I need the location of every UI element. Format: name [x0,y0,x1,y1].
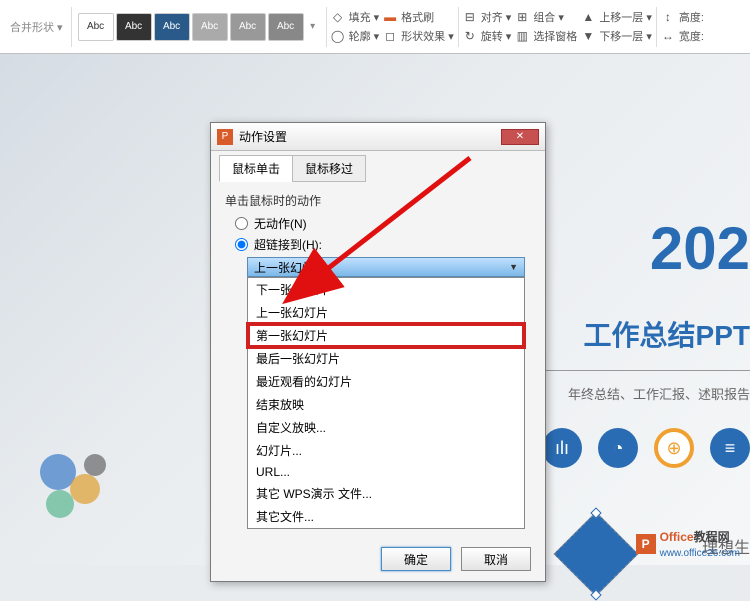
dropdown-option[interactable]: 幻灯片... [248,439,524,462]
bring-forward-btn[interactable]: ▲上移一层 ▾ [579,8,654,26]
width-label: ↔宽度: [659,27,706,45]
style-3[interactable]: Abc [154,13,190,41]
radio-hyperlink-input[interactable] [235,238,248,251]
section-label: 单击鼠标时的动作 [225,192,531,209]
slide-subtitle: 工作总结PPT [584,314,750,354]
fill-icon: ◇ [331,10,345,24]
dropdown-option[interactable]: 其它 WPS演示 文件... [248,482,524,505]
cancel-button[interactable]: 取消 [461,547,531,571]
rotate-btn[interactable]: ↻旋转 ▾ [461,27,514,45]
radio-hyperlink[interactable]: 超链接到(H): [235,236,531,253]
radio-none[interactable]: 无动作(N) [235,215,531,232]
dropdown-option[interactable]: 上一张幻灯片 [248,301,524,324]
group-btn[interactable]: ⊞组合 ▾ [513,8,579,26]
divider [71,7,72,47]
chart-icon: ılı [542,428,582,468]
effect-icon: ◻ [383,29,397,43]
chevron-down-icon: ▼ [509,262,518,272]
style-4[interactable]: Abc [192,13,228,41]
brush-icon: ▬ [383,10,397,24]
divider [326,7,327,47]
height-label: ↕高度: [659,8,706,26]
forward-icon: ▲ [581,10,595,24]
format-painter-btn[interactable]: ▬格式刷 [381,8,456,26]
shape-styles-gallery[interactable]: Abc Abc Abc Abc Abc Abc ▾ [74,2,324,51]
tab-mouse-over[interactable]: 鼠标移过 [292,155,366,182]
app-icon: P [217,129,233,145]
hyperlink-dropdown[interactable]: 上一张幻灯片 ▼ [247,257,525,277]
width-icon: ↔ [661,29,675,43]
dropdown-option[interactable]: URL... [248,462,524,482]
send-backward-btn[interactable]: ▼下移一层 ▾ [579,27,654,45]
tab-mouse-click[interactable]: 鼠标单击 [219,155,293,182]
style-2[interactable]: Abc [116,13,152,41]
style-6[interactable]: Abc [268,13,304,41]
radio-none-input[interactable] [235,217,248,230]
pane-icon: ▥ [515,29,529,43]
shape-effect-btn[interactable]: ◻形状效果 ▾ [381,27,456,45]
dropdown-option[interactable]: 结束放映 [248,393,524,416]
dialog-titlebar[interactable]: P 动作设置 ✕ [211,123,545,151]
ok-button[interactable]: 确定 [381,547,451,571]
dropdown-option[interactable]: 最后一张幻灯片 [248,347,524,370]
dropdown-option[interactable]: 自定义放映... [248,416,524,439]
backward-icon: ▼ [581,29,595,43]
note-icon: ≡ [710,428,750,468]
close-button[interactable]: ✕ [501,129,539,145]
pie-icon: ◔ [598,428,638,468]
dropdown-option[interactable]: 其它文件... [248,505,524,528]
style-5[interactable]: Abc [230,13,266,41]
slide-divider [530,370,750,371]
slide-description: 年终总结、工作汇报、述职报告 [568,384,750,403]
action-settings-dialog: P 动作设置 ✕ 鼠标单击 鼠标移过 单击鼠标时的动作 无动作(N) 超链接到(… [210,122,546,582]
fill-btn[interactable]: ◇填充 ▾ [329,8,382,26]
divider [458,7,459,47]
watermark: P Office教程网 www.office26.com [636,528,740,559]
selection-pane-btn[interactable]: ▥选择窗格 [513,27,579,45]
selected-shape[interactable] [554,512,639,597]
style-1[interactable]: Abc [78,13,114,41]
dropdown-option[interactable]: 第一张幻灯片 [248,324,524,347]
divider [656,7,657,47]
style-expand-icon[interactable]: ▾ [306,21,320,32]
watermark-logo-icon: P [636,534,656,554]
dialog-title-text: 动作设置 [239,128,287,145]
outline-btn[interactable]: ◯轮廓 ▾ [329,27,382,45]
rotate-icon: ↻ [463,29,477,43]
dropdown-option[interactable]: 最近观看的幻灯片 [248,370,524,393]
height-icon: ↕ [661,10,675,24]
merge-shape-btn[interactable]: 合并形状 ▾ [8,17,65,37]
outline-icon: ◯ [331,29,345,43]
align-icon: ⊟ [463,10,477,24]
zoom-icon: ⊕ [654,428,694,468]
dropdown-option-list: 下一张幻灯片上一张幻灯片第一张幻灯片最后一张幻灯片最近观看的幻灯片结束放映自定义… [247,277,525,529]
group-icon: ⊞ [515,10,529,24]
slide-title: 202 [650,214,750,283]
align-btn[interactable]: ⊟对齐 ▾ [461,8,514,26]
dropdown-option[interactable]: 下一张幻灯片 [248,278,524,301]
